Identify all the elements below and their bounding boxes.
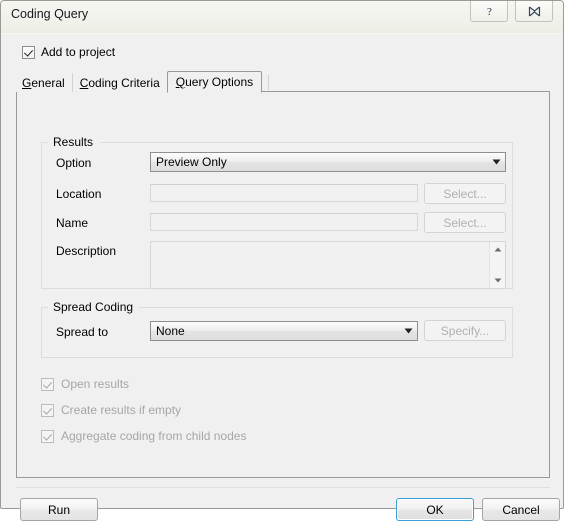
location-label: Location — [56, 187, 102, 201]
option-combobox-value: Preview Only — [156, 155, 227, 169]
results-group-title: Results — [49, 135, 98, 149]
spread-to-combobox-value: None — [156, 324, 185, 338]
run-button-label: Run — [47, 502, 70, 517]
cancel-button[interactable]: Cancel — [482, 498, 560, 521]
spread-to-combobox[interactable]: None — [150, 321, 418, 341]
description-scrollbar[interactable] — [489, 242, 505, 288]
option-combobox[interactable]: Preview Only — [150, 152, 506, 172]
close-button[interactable] — [515, 1, 553, 22]
scroll-up-icon[interactable] — [490, 242, 505, 257]
run-button[interactable]: Run — [20, 498, 98, 521]
query-options-panel: Results Option Preview Only Location Sel… — [16, 91, 550, 478]
create-results-if-empty-row[interactable]: Create results if empty — [41, 403, 181, 417]
close-icon — [528, 6, 540, 16]
description-label: Description — [56, 244, 117, 258]
window-title: Coding Query — [11, 7, 89, 21]
tab-general-label: eneral — [31, 75, 65, 90]
add-to-project-label: Add to project — [41, 45, 116, 59]
specify-button-label: Specify... — [440, 323, 490, 338]
create-results-if-empty-checkbox[interactable] — [41, 403, 54, 417]
title-bar: Coding Query ? — [1, 1, 563, 34]
coding-query-dialog: Coding Query ? Add to project General Co… — [0, 0, 564, 521]
question-mark-icon: ? — [487, 6, 492, 18]
chevron-down-icon — [400, 322, 417, 340]
option-label: Option — [56, 156, 92, 170]
help-button[interactable]: ? — [470, 1, 508, 22]
tab-general-accel: G — [22, 75, 32, 90]
location-select-button[interactable]: Select... — [424, 183, 506, 204]
tab-coding-criteria-label: oding Criteria — [88, 75, 160, 90]
aggregate-coding-row[interactable]: Aggregate coding from child nodes — [41, 429, 246, 443]
specify-button[interactable]: Specify... — [424, 320, 506, 341]
tab-coding-criteria[interactable]: Coding Criteria — [71, 73, 167, 92]
open-results-label: Open results — [61, 377, 130, 391]
create-results-if-empty-label: Create results if empty — [61, 403, 182, 417]
name-select-button-label: Select... — [443, 215, 487, 230]
chevron-down-icon — [488, 153, 505, 171]
svg-text:?: ? — [487, 6, 492, 18]
name-select-button[interactable]: Select... — [424, 212, 506, 233]
tab-query-options[interactable]: Query Options — [166, 71, 263, 93]
description-textarea-body[interactable] — [151, 242, 489, 288]
name-input[interactable] — [150, 213, 418, 231]
tab-strip: General Coding Criteria Query Options — [16, 71, 270, 93]
footer-divider — [16, 487, 550, 488]
ok-button-label: OK — [426, 502, 444, 517]
open-results-checkbox[interactable] — [41, 377, 54, 391]
tab-query-options-accel: Q — [175, 75, 186, 89]
location-input[interactable] — [150, 184, 418, 202]
location-select-button-label: Select... — [443, 186, 487, 201]
spread-to-label: Spread to — [56, 325, 109, 339]
add-to-project-checkbox[interactable] — [22, 45, 35, 59]
description-textarea[interactable] — [150, 241, 506, 289]
cancel-button-label: Cancel — [502, 502, 540, 517]
aggregate-coding-checkbox[interactable] — [41, 429, 54, 443]
spread-coding-group-title: Spread Coding — [49, 300, 138, 314]
ok-button[interactable]: OK — [396, 498, 474, 521]
tab-separator — [268, 75, 270, 90]
tab-general[interactable]: General — [16, 73, 72, 92]
name-label: Name — [56, 216, 89, 230]
tab-query-options-label: uery Options — [185, 75, 254, 89]
open-results-row[interactable]: Open results — [41, 377, 129, 391]
tab-coding-criteria-accel: C — [79, 75, 89, 90]
scroll-down-icon[interactable] — [490, 273, 505, 288]
aggregate-coding-label: Aggregate coding from child nodes — [61, 429, 247, 443]
results-group: Results Option Preview Only Location Sel… — [41, 135, 513, 289]
spread-coding-group: Spread Coding Spread to None Specify... — [41, 300, 513, 358]
add-to-project-row[interactable]: Add to project — [22, 45, 115, 59]
